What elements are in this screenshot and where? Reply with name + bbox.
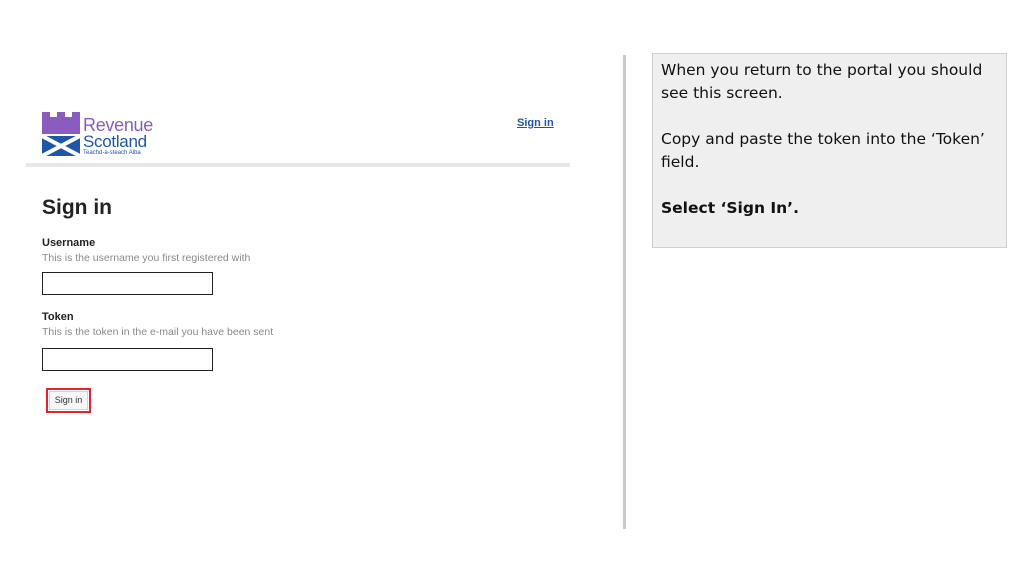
token-hint: This is the token in the e-mail you have… [42,326,274,338]
vertical-divider [623,55,626,529]
token-input[interactable] [42,348,213,371]
castle-saltire-icon [42,112,80,158]
header-divider [26,163,570,167]
logo-text-scotland: Scotland [83,132,147,151]
username-hint: This is the username you first registere… [42,252,251,264]
instruction-text-2: Copy and paste the token into the ‘Token… [661,130,985,171]
instruction-text-1: When you return to the portal you should… [661,61,983,102]
username-input[interactable] [42,272,213,295]
token-label: Token [42,311,74,323]
logo-text-gaelic: Teachd-a-steach Alba [83,150,141,156]
header-signin-link[interactable]: Sign in [517,117,554,129]
username-label: Username [42,237,96,249]
page-title: Sign in [42,196,112,219]
instruction-text-3: Select ‘Sign In’. [661,199,799,217]
revenue-scotland-logo: Revenue Scotland Teachd-a-steach Alba [42,112,154,158]
instruction-panel: When you return to the portal you should… [652,53,1007,248]
signin-button[interactable]: Sign in [49,391,88,410]
